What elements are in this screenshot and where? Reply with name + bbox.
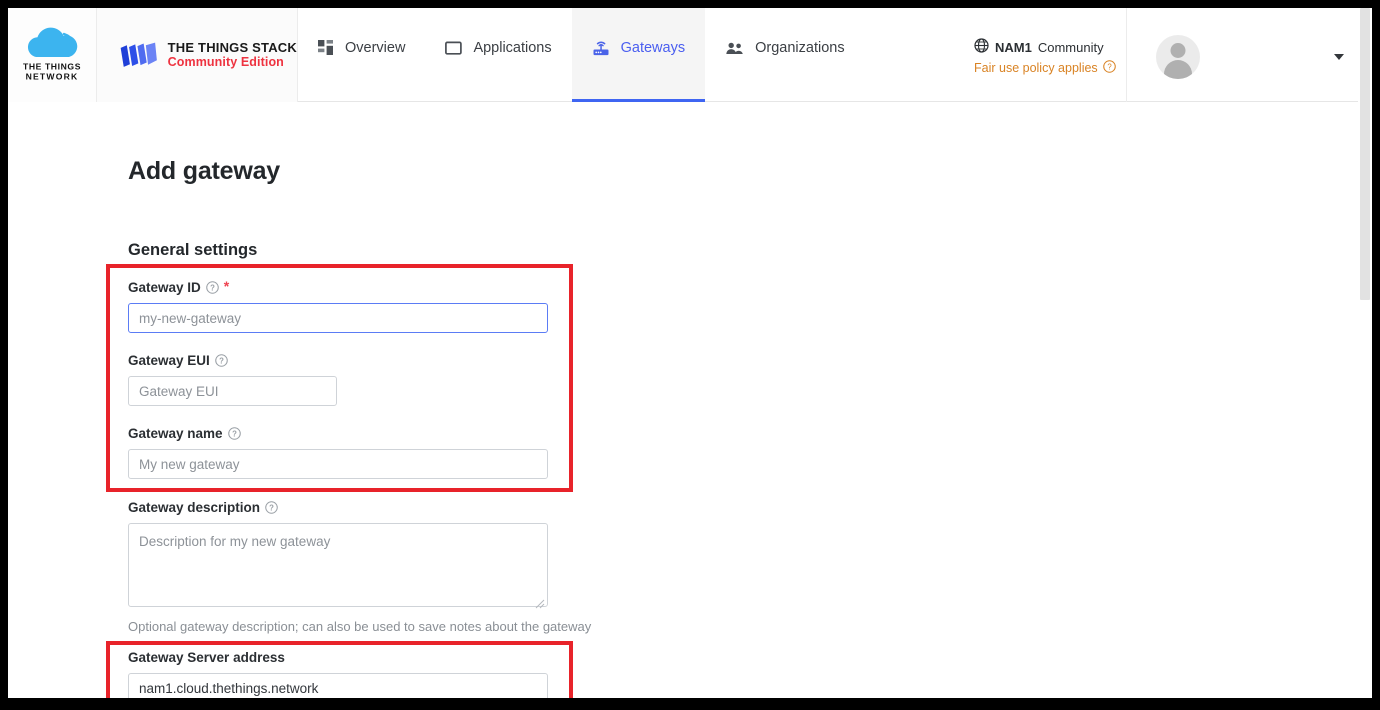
application-icon	[445, 40, 463, 56]
field-label-text: Gateway description	[128, 500, 261, 515]
svg-text:?: ?	[219, 357, 224, 366]
stack-logo-title: THE THINGS STACK	[167, 39, 297, 55]
stack-logo-subtitle: Community Edition	[167, 55, 284, 70]
gateway-router-icon	[592, 40, 610, 57]
the-things-stack-logo[interactable]: THE THINGS STACK Community Edition	[97, 8, 297, 102]
required-asterisk: *	[223, 278, 230, 294]
gateway-description-textarea[interactable]	[128, 523, 548, 607]
gateway-id-input[interactable]	[128, 303, 548, 333]
question-circle-icon[interactable]: ?	[265, 501, 278, 514]
section-title: General settings	[128, 241, 258, 259]
nav-label: Applications	[473, 40, 552, 56]
cluster-type: Community	[1037, 39, 1104, 55]
the-things-network-logo[interactable]: THE THINGS NETWORK	[8, 8, 96, 102]
field-label: Gateway Server address	[128, 650, 548, 665]
main-nav-items: Overview Applications Gateways Organizat…	[298, 8, 865, 102]
svg-text:?: ?	[232, 430, 237, 439]
field-label: Gateway EUI ?	[128, 353, 337, 368]
top-navigation-bar: THE THINGS NETWORK THE THINGS STACK Comm…	[8, 8, 1372, 102]
ttn-logo-line2: NETWORK	[26, 72, 79, 82]
svg-text:?: ?	[1107, 63, 1112, 72]
field-label-text: Gateway name	[128, 426, 223, 441]
nav-item-gateways[interactable]: Gateways	[571, 8, 706, 102]
question-circle-icon[interactable]: ?	[227, 427, 241, 440]
cluster-name: NAM1	[995, 39, 1032, 55]
gateway-eui-input[interactable]	[128, 376, 337, 406]
field-label-text: Gateway ID	[128, 279, 201, 295]
nav-item-overview[interactable]: Overview	[298, 8, 425, 102]
page-scrollbar[interactable]	[1358, 8, 1372, 698]
grid-icon	[318, 40, 334, 56]
field-label-text: Gateway EUI	[128, 353, 210, 368]
fair-use-policy-label: Fair use policy applies	[974, 61, 1098, 75]
organizations-people-icon	[725, 41, 744, 56]
field-gateway-id: Gateway ID ? *	[128, 278, 548, 333]
browser-viewport: THE THINGS NETWORK THE THINGS STACK Comm…	[8, 8, 1372, 698]
page-title: Add gateway	[128, 157, 280, 185]
question-circle-icon[interactable]: ?	[215, 354, 228, 367]
user-avatar-icon[interactable]	[1156, 35, 1200, 79]
textarea-wrapper	[128, 523, 548, 612]
svg-text:?: ?	[269, 504, 274, 513]
account-menu[interactable]	[1127, 8, 1372, 102]
scrollbar-thumb[interactable]	[1360, 8, 1370, 300]
nav-label: Overview	[345, 40, 406, 56]
page-content: Add gateway General settings Gateway ID …	[8, 103, 1372, 698]
field-gateway-server-address: Gateway Server address	[128, 650, 548, 698]
nav-label: Organizations	[755, 40, 845, 56]
gateway-server-address-input[interactable]	[128, 673, 548, 698]
fair-use-policy-link[interactable]: Fair use policy applies ?	[974, 60, 1126, 76]
field-gateway-eui: Gateway EUI ?	[128, 353, 337, 406]
chevron-down-icon[interactable]	[1334, 54, 1344, 60]
globe-icon	[974, 38, 989, 56]
gateway-description-help-text: Optional gateway description; can also b…	[128, 619, 592, 634]
nav-item-organizations[interactable]: Organizations	[705, 8, 864, 102]
field-label: Gateway description ?	[128, 500, 591, 515]
ttn-cloud-logo-icon: THE THINGS NETWORK	[23, 27, 81, 82]
svg-text:?: ?	[210, 283, 215, 292]
ttn-logo-line1: THE THINGS	[23, 62, 81, 72]
question-circle-icon: ?	[1102, 60, 1116, 76]
nav-item-applications[interactable]: Applications	[425, 8, 571, 102]
cluster-name-row: NAM1 Community	[974, 38, 1126, 56]
nav-label: Gateways	[620, 40, 686, 56]
field-gateway-description: Gateway description ? Optional gateway d…	[128, 500, 591, 634]
cluster-info: NAM1 Community Fair use policy applies ?	[974, 38, 1126, 76]
field-label-text: Gateway Server address	[128, 650, 285, 665]
field-gateway-name: Gateway name ?	[128, 426, 548, 479]
question-circle-icon[interactable]: ?	[206, 280, 219, 294]
field-label: Gateway name ?	[128, 426, 548, 441]
stack-books-icon	[120, 42, 157, 67]
gateway-name-input[interactable]	[128, 449, 548, 479]
field-label: Gateway ID ? *	[128, 278, 548, 295]
